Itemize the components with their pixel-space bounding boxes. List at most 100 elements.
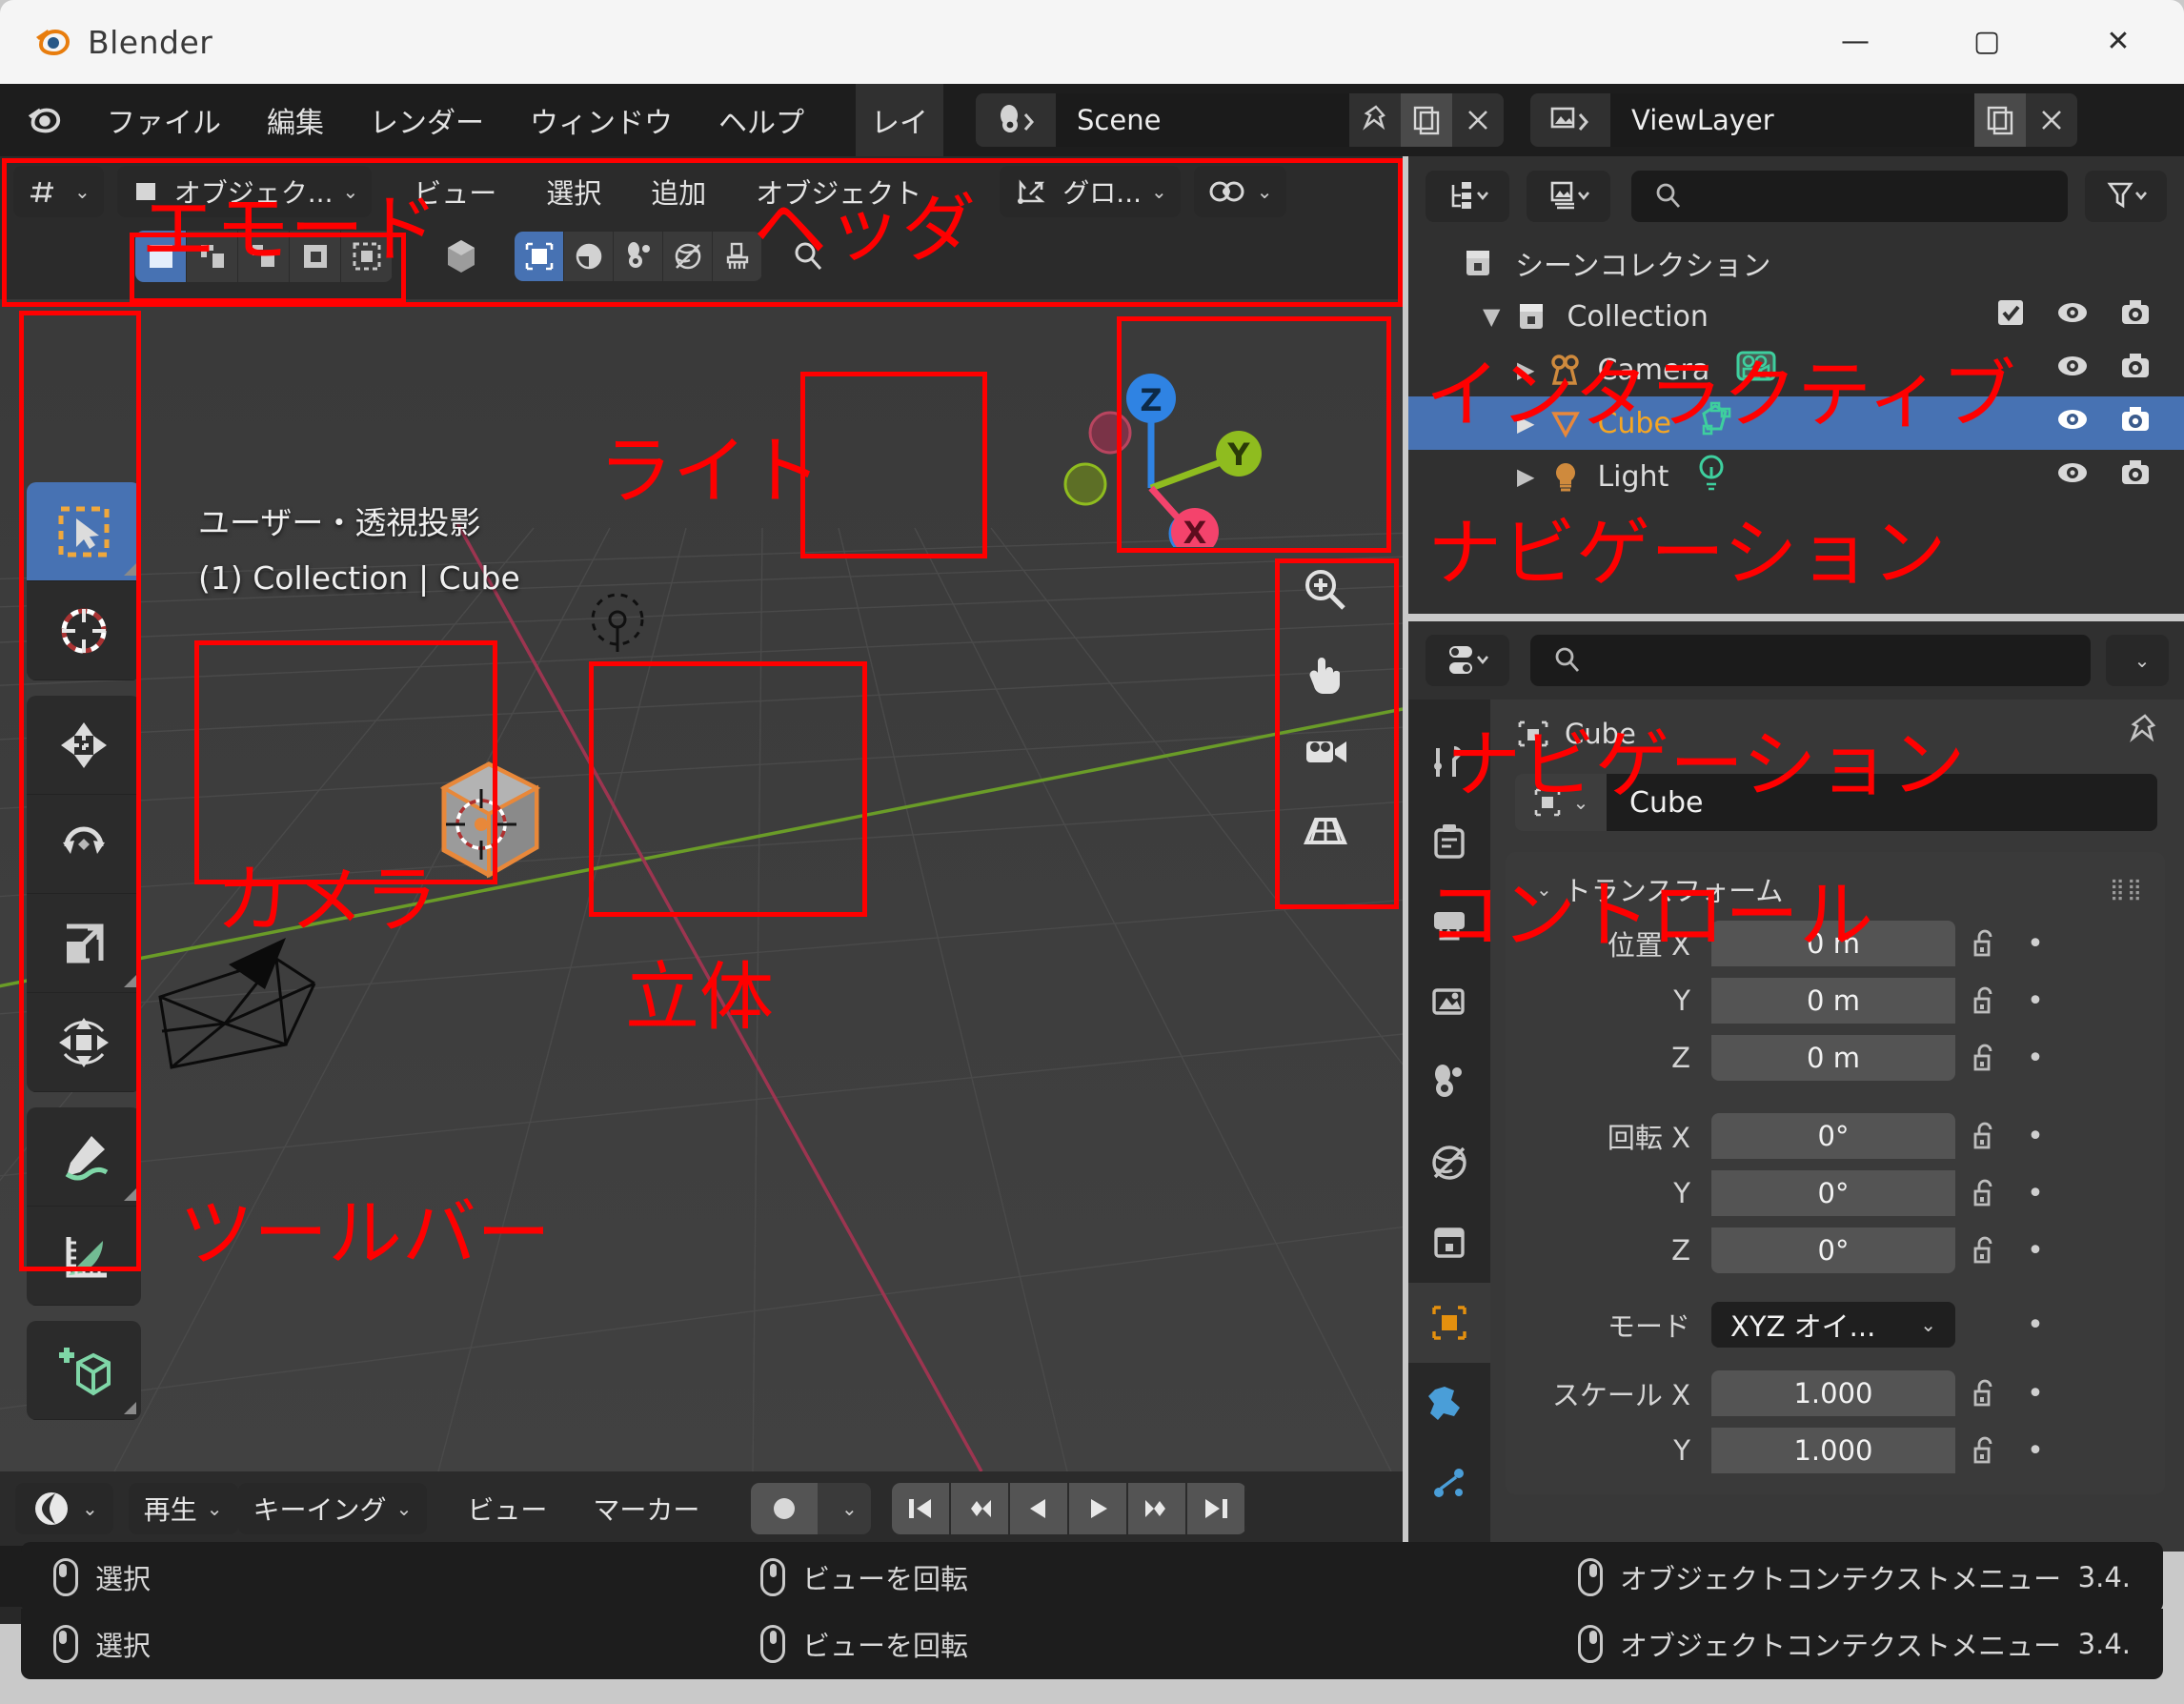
tab-world[interactable] <box>1408 1123 1490 1203</box>
interaction-mode-selector[interactable]: オブジェク... ⌄ <box>117 166 372 217</box>
scale-tool[interactable] <box>27 894 141 993</box>
next-keyframe-icon[interactable] <box>1128 1483 1187 1534</box>
mesh-data-icon[interactable] <box>1696 400 1736 446</box>
properties-options-menu[interactable]: ⌄ <box>2106 635 2169 686</box>
transform-orientation-selector[interactable]: グロ... ⌄ <box>1000 166 1180 217</box>
field-value[interactable]: 1.000 <box>1711 1370 1955 1416</box>
move-tool[interactable] <box>27 696 141 795</box>
panel-drag-handle[interactable]: ⣿⣿ <box>2110 878 2144 902</box>
shading-material-icon[interactable] <box>614 232 663 281</box>
shading-solid-icon[interactable] <box>515 232 564 281</box>
pan-icon[interactable] <box>1279 631 1372 711</box>
add-cube-tool[interactable] <box>27 1321 141 1420</box>
animate-dot-icon[interactable]: • <box>2014 1177 2056 1210</box>
lock-icon[interactable] <box>1955 1376 2014 1410</box>
render-camera-icon[interactable] <box>2119 352 2152 388</box>
snapping-toggle[interactable]: ⌄ <box>1194 166 1286 217</box>
viewlayer-name[interactable]: ViewLayer <box>1610 93 1974 147</box>
transform-panel-header[interactable]: ⌄ トランスフォーム ⣿⣿ <box>1506 862 2165 917</box>
animate-dot-icon[interactable]: • <box>2014 1434 2056 1468</box>
prev-keyframe-icon[interactable] <box>951 1483 1010 1534</box>
lock-icon[interactable] <box>1955 1041 2014 1075</box>
tab-render[interactable] <box>1408 802 1490 882</box>
expand-triangle-icon[interactable]: ▼ <box>1483 303 1500 330</box>
viewport-menu-add[interactable]: 追加 <box>626 172 731 212</box>
close-button[interactable]: ✕ <box>2053 0 2184 84</box>
animate-dot-icon[interactable]: • <box>2014 1042 2056 1075</box>
jump-start-icon[interactable] <box>892 1483 951 1534</box>
select-box-icon[interactable] <box>187 231 238 282</box>
field-value[interactable]: 1.000 <box>1711 1428 1955 1473</box>
play-reverse-icon[interactable] <box>1010 1483 1069 1534</box>
minimize-button[interactable]: — <box>1790 0 1921 84</box>
tab-object[interactable] <box>1408 1283 1490 1363</box>
lock-icon[interactable] <box>1955 1433 2014 1468</box>
viewport-menu-select[interactable]: 選択 <box>521 172 626 212</box>
field-value[interactable]: 0° <box>1711 1113 1955 1159</box>
menu-help[interactable]: ヘルプ <box>696 99 827 141</box>
viewport-search-icon[interactable] <box>787 235 829 277</box>
select-extend-icon[interactable] <box>341 231 393 282</box>
tab-modifier[interactable] <box>1408 1363 1490 1443</box>
tab-collection[interactable] <box>1408 1203 1490 1283</box>
pin-scene-icon[interactable] <box>1349 93 1401 147</box>
lock-icon[interactable] <box>1955 926 2014 961</box>
object-name-input[interactable]: Cube <box>1607 774 2157 831</box>
checkbox-icon[interactable] <box>1995 297 2026 335</box>
camera-data-icon[interactable] <box>1734 349 1778 391</box>
tab-output[interactable] <box>1408 882 1490 963</box>
select-box-tool[interactable] <box>27 482 141 581</box>
shading-wireframe-icon[interactable] <box>564 232 614 281</box>
viewport-menu-view[interactable]: ビュー <box>389 172 521 212</box>
select-circle-icon[interactable] <box>238 231 290 282</box>
xray-toggle-icon[interactable] <box>436 232 486 281</box>
light-data-icon[interactable] <box>1693 454 1729 499</box>
menu-edit[interactable]: 編集 <box>244 99 347 141</box>
viewlayer-selector[interactable]: ViewLayer <box>1530 93 2077 147</box>
expand-triangle-icon[interactable]: ▶ <box>1517 410 1534 436</box>
playback-menu[interactable]: 再生 ⌄ <box>129 1483 238 1534</box>
select-tweak-icon[interactable] <box>135 231 187 282</box>
field-value[interactable]: 0 m <box>1711 921 1955 966</box>
scene-selector[interactable]: Scene <box>976 93 1504 147</box>
timeline-menu-marker[interactable]: マーカー <box>570 1490 722 1528</box>
maximize-button[interactable]: ▢ <box>1921 0 2053 84</box>
properties-search-input[interactable] <box>1530 635 2091 686</box>
timeline-editor-type[interactable]: ⌄ <box>15 1483 113 1534</box>
viewport-menu-object[interactable]: オブジェクト <box>731 172 946 212</box>
outliner-search-input[interactable] <box>1631 171 2068 222</box>
new-scene-icon[interactable] <box>1401 93 1452 147</box>
ortho-perspective-icon[interactable] <box>1279 791 1372 871</box>
select-lasso-icon[interactable] <box>290 231 341 282</box>
animate-dot-icon[interactable]: • <box>2014 927 2056 961</box>
view-axis-gizmo[interactable]: Z Y X <box>1050 347 1288 547</box>
tab-viewlayer[interactable] <box>1408 963 1490 1043</box>
editor-type-selector[interactable]: ⌄ <box>13 166 104 217</box>
shading-rendered-icon[interactable] <box>663 232 713 281</box>
animate-dot-icon[interactable]: • <box>2014 984 2056 1018</box>
outliner-display-mode[interactable] <box>1426 171 1509 222</box>
tab-scene[interactable] <box>1408 1043 1490 1123</box>
auto-keying-options[interactable]: ⌄ <box>818 1483 871 1534</box>
rotation-mode-dropdown[interactable]: XYZ オイ... ⌄ <box>1711 1302 1955 1348</box>
blender-menu-logo-icon[interactable] <box>25 101 63 139</box>
outliner-row-light[interactable]: ▶ Light <box>1408 450 2184 503</box>
play-icon[interactable] <box>1069 1483 1128 1534</box>
outliner-row-cube[interactable]: ▶ Cube <box>1408 396 2184 450</box>
record-icon[interactable] <box>751 1483 818 1534</box>
annotate-tool[interactable] <box>27 1107 141 1207</box>
lock-icon[interactable] <box>1955 984 2014 1018</box>
tab-tool[interactable] <box>1408 722 1490 802</box>
keying-menu[interactable]: キーイング ⌄ <box>238 1483 428 1534</box>
properties-editor-type[interactable] <box>1426 635 1509 686</box>
measure-tool[interactable] <box>27 1207 141 1306</box>
visibility-eye-icon[interactable] <box>2054 299 2091 334</box>
delete-scene-icon[interactable] <box>1452 93 1504 147</box>
field-value[interactable]: 0 m <box>1711 978 1955 1024</box>
visibility-eye-icon[interactable] <box>2054 406 2091 440</box>
animate-dot-icon[interactable]: • <box>2014 1234 2056 1268</box>
render-camera-icon[interactable] <box>2119 458 2152 495</box>
outliner-row-camera[interactable]: ▶ Camera <box>1408 343 2184 396</box>
delete-viewlayer-icon[interactable] <box>2026 93 2077 147</box>
expand-triangle-icon[interactable]: ▶ <box>1517 463 1534 490</box>
